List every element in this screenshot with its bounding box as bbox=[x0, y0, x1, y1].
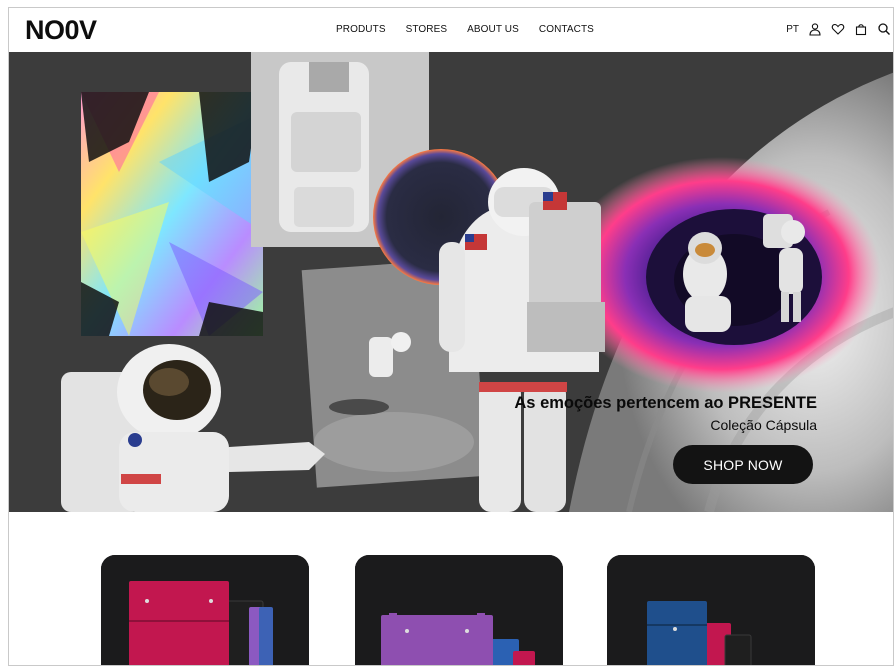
language-switcher[interactable]: PT bbox=[786, 24, 799, 35]
hero-collage-image bbox=[9, 52, 893, 512]
shop-now-button[interactable]: SHOP NOW bbox=[673, 445, 813, 484]
utility-bar: PT bbox=[786, 22, 891, 36]
nav-item-contacts[interactable]: CONTACTS bbox=[539, 24, 594, 35]
hero-banner: As emoções pertencem ao PRESENTE Coleção… bbox=[9, 52, 893, 512]
user-icon[interactable] bbox=[808, 22, 822, 36]
nav-item-produts[interactable]: PRODUTS bbox=[336, 24, 386, 35]
product-grid bbox=[9, 512, 893, 665]
product-card-2[interactable] bbox=[355, 555, 563, 665]
bag-icon[interactable] bbox=[854, 22, 868, 36]
hero-subheadline: Coleção Cápsula bbox=[710, 417, 817, 433]
hero-headline: As emoções pertencem ao PRESENTE bbox=[514, 394, 817, 412]
brand-logo[interactable]: NO0V bbox=[25, 15, 97, 46]
product-image-3 bbox=[607, 555, 815, 665]
heart-icon[interactable] bbox=[831, 22, 845, 36]
product-image-1 bbox=[101, 555, 309, 665]
main-nav: PRODUTS STORES ABOUT US CONTACTS bbox=[336, 24, 594, 35]
page-frame: NO0V PRODUTS STORES ABOUT US CONTACTS PT bbox=[8, 7, 894, 666]
product-card-1[interactable] bbox=[101, 555, 309, 665]
site-header: NO0V PRODUTS STORES ABOUT US CONTACTS PT bbox=[9, 8, 893, 52]
nav-item-stores[interactable]: STORES bbox=[406, 24, 448, 35]
product-image-2 bbox=[355, 555, 563, 665]
search-icon[interactable] bbox=[877, 22, 891, 36]
nav-item-about-us[interactable]: ABOUT US bbox=[467, 24, 519, 35]
product-card-3[interactable] bbox=[607, 555, 815, 665]
